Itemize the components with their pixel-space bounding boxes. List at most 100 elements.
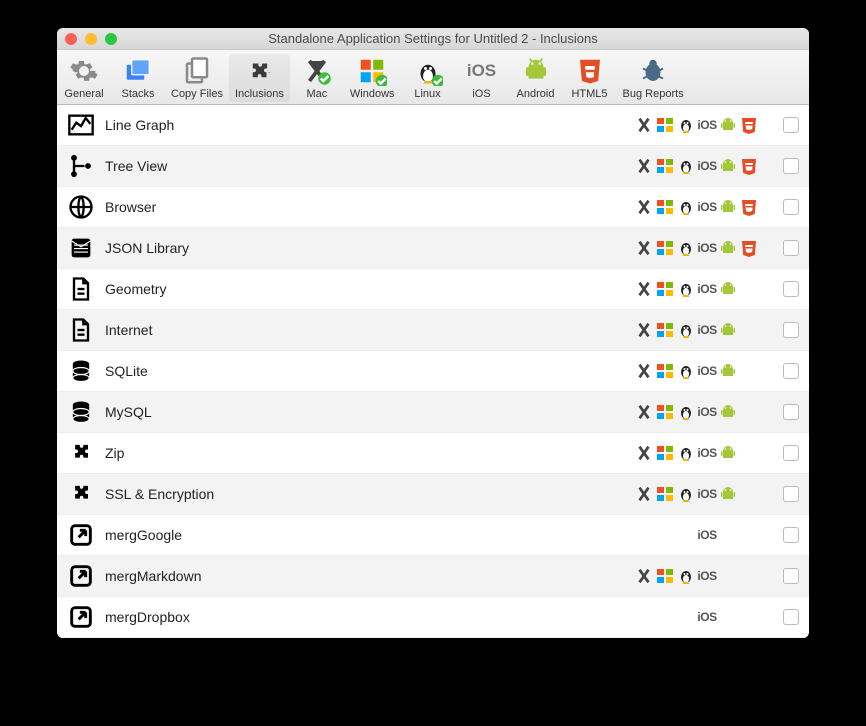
platform-ios-icon: iOS <box>698 280 716 298</box>
platform-mac-icon <box>635 116 653 134</box>
platform-android-icon <box>719 280 737 298</box>
inclusion-row[interactable]: JSON LibraryiOS <box>57 228 809 269</box>
platform-linux-icon <box>677 116 695 134</box>
window-title: Standalone Application Settings for Unti… <box>57 31 809 46</box>
platform-linux-icon <box>677 567 695 585</box>
toolbar-stacks[interactable]: Stacks <box>111 54 165 102</box>
platform-ios-icon: iOS <box>698 403 716 421</box>
include-checkbox[interactable] <box>783 445 799 461</box>
platform-linux-icon <box>677 362 695 380</box>
platform-android-icon <box>719 444 737 462</box>
toolbar-label: Copy Files <box>171 88 223 100</box>
inclusion-row[interactable]: mergMarkdowniOS <box>57 556 809 597</box>
inclusion-row[interactable]: Tree ViewiOS <box>57 146 809 187</box>
platform-icons: iOS <box>635 362 775 380</box>
platform-ios-icon: iOS <box>698 116 716 134</box>
linegraph-icon <box>67 111 95 139</box>
inclusion-row[interactable]: Internet iOS <box>57 310 809 351</box>
platform-ios-icon: iOS <box>698 157 716 175</box>
inclusion-row[interactable]: ZipiOS <box>57 433 809 474</box>
platform-icons: iOS <box>635 239 775 257</box>
toolbar-general[interactable]: General <box>57 54 111 102</box>
platform-html5-icon <box>740 239 758 257</box>
toolbar-html5[interactable]: HTML5 <box>563 54 617 102</box>
inclusions-icon <box>244 56 274 86</box>
db-icon <box>67 357 95 385</box>
inclusion-row[interactable]: BrowseriOS <box>57 187 809 228</box>
inclusion-row[interactable]: mergGoogleiOS <box>57 515 809 556</box>
inclusion-row[interactable]: MySQLiOS <box>57 392 809 433</box>
toolbar-copyfiles[interactable]: Copy Files <box>165 54 229 102</box>
inclusion-row[interactable]: Line GraphiOS <box>57 105 809 146</box>
toolbar-android[interactable]: Android <box>509 54 563 102</box>
zoom-button[interactable] <box>105 33 117 45</box>
inclusion-row[interactable]: SQLiteiOS <box>57 351 809 392</box>
puzzle-icon <box>67 480 95 508</box>
include-checkbox[interactable] <box>783 568 799 584</box>
platform-icons: iOS <box>635 116 775 134</box>
platform-icons: iOS <box>635 608 775 626</box>
platform-html5-icon <box>740 444 758 462</box>
platform-win-icon <box>656 239 674 257</box>
platform-linux-icon <box>677 280 695 298</box>
minimize-button[interactable] <box>85 33 97 45</box>
toolbar-ios[interactable]: iOSiOS <box>455 54 509 102</box>
include-checkbox[interactable] <box>783 404 799 420</box>
json-icon <box>67 234 95 262</box>
toolbar-label: Linux <box>414 88 440 100</box>
close-button[interactable] <box>65 33 77 45</box>
inclusion-label: Geometry <box>105 281 635 297</box>
inclusion-row[interactable]: mergDropboxiOS <box>57 597 809 638</box>
html5-icon <box>575 56 605 86</box>
include-checkbox[interactable] <box>783 527 799 543</box>
platform-ios-icon: iOS <box>698 526 716 544</box>
platform-icons: iOS <box>635 280 775 298</box>
toolbar-label: Inclusions <box>235 88 284 100</box>
include-checkbox[interactable] <box>783 486 799 502</box>
platform-android-icon <box>719 157 737 175</box>
toolbar-linux[interactable]: Linux <box>401 54 455 102</box>
platform-mac-icon <box>635 485 653 503</box>
include-checkbox[interactable] <box>783 363 799 379</box>
platform-icons: iOS <box>635 403 775 421</box>
toolbar-label: Mac <box>307 88 328 100</box>
platform-win-icon <box>656 403 674 421</box>
doc-icon <box>67 275 95 303</box>
mac-icon <box>302 56 332 86</box>
platform-ios-icon: iOS <box>698 321 716 339</box>
platform-win-icon <box>656 485 674 503</box>
inclusion-label: Internet <box>105 322 635 338</box>
inclusion-label: SSL & Encryption <box>105 486 635 502</box>
inclusion-row[interactable]: Geometry iOS <box>57 269 809 310</box>
platform-android-icon <box>719 567 737 585</box>
toolbar-mac[interactable]: Mac <box>290 54 344 102</box>
copyfiles-icon <box>182 56 212 86</box>
platform-linux-icon <box>677 157 695 175</box>
platform-html5-icon <box>740 526 758 544</box>
platform-ios-icon: iOS <box>698 608 716 626</box>
toolbar-bugreports[interactable]: Bug Reports <box>617 54 690 102</box>
include-checkbox[interactable] <box>783 609 799 625</box>
platform-mac-icon <box>635 362 653 380</box>
include-checkbox[interactable] <box>783 322 799 338</box>
platform-mac-icon <box>635 198 653 216</box>
traffic-lights <box>65 33 117 45</box>
platform-linux-icon <box>677 239 695 257</box>
inclusion-row[interactable]: SSL & EncryptioniOS <box>57 474 809 515</box>
platform-mac-icon <box>635 239 653 257</box>
include-checkbox[interactable] <box>783 158 799 174</box>
include-checkbox[interactable] <box>783 199 799 215</box>
include-checkbox[interactable] <box>783 117 799 133</box>
bugreports-icon <box>638 56 668 86</box>
toolbar-inclusions[interactable]: Inclusions <box>229 54 290 102</box>
platform-html5-icon <box>740 608 758 626</box>
include-checkbox[interactable] <box>783 240 799 256</box>
toolbar-label: iOS <box>472 88 490 100</box>
toolbar-windows[interactable]: Windows <box>344 54 401 102</box>
doc-icon <box>67 316 95 344</box>
include-checkbox[interactable] <box>783 281 799 297</box>
platform-linux-icon <box>677 198 695 216</box>
platform-win-icon <box>656 116 674 134</box>
platform-win-icon <box>656 198 674 216</box>
platform-mac-icon <box>635 444 653 462</box>
